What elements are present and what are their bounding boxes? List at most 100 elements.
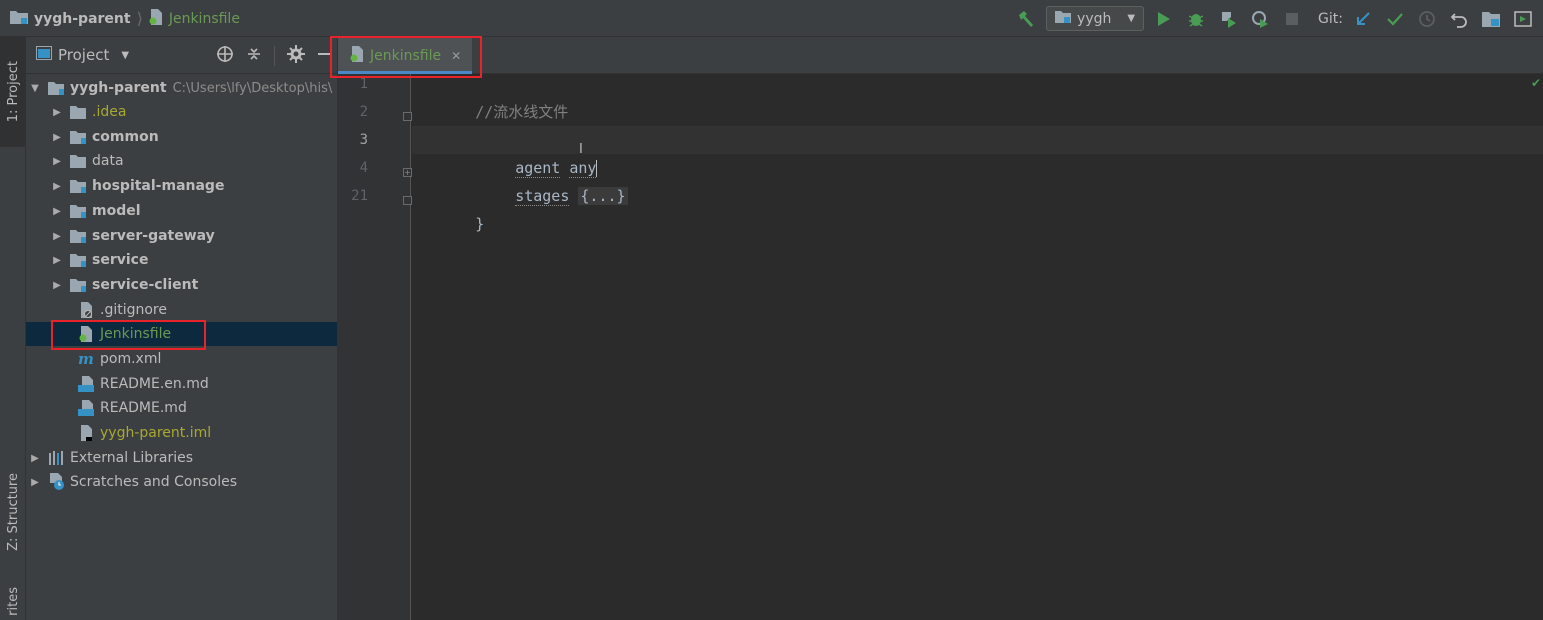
project-structure-icon[interactable] bbox=[1479, 7, 1503, 31]
project-tool-tab[interactable]: 1: Project bbox=[0, 37, 26, 147]
tree-item-service-client[interactable]: ▶ service-client bbox=[26, 273, 363, 297]
code-text: } bbox=[475, 215, 485, 233]
tree-item-common[interactable]: ▶ common bbox=[26, 125, 363, 149]
run-config-label: yygh bbox=[1077, 10, 1112, 27]
run-configuration-select[interactable]: yygh ▼ bbox=[1046, 6, 1145, 31]
fold-marker-icon[interactable] bbox=[403, 112, 412, 121]
fold-marker-icon[interactable] bbox=[403, 196, 412, 205]
project-view-select[interactable]: Project ▼ bbox=[36, 46, 129, 64]
tab-label: Jenkinsfile bbox=[370, 47, 442, 64]
tree-root-row[interactable]: ▼ yygh-parent C:\Users\lfy\Desktop\his\ bbox=[26, 76, 341, 100]
tree-item-model[interactable]: ▶ model bbox=[26, 199, 363, 223]
structure-tool-tab[interactable]: Z: Structure bbox=[0, 457, 26, 567]
tree-item-external-libraries[interactable]: ▶ External Libraries bbox=[26, 446, 341, 470]
line-number: 1 bbox=[359, 76, 368, 92]
tree-item-label: Jenkinsfile bbox=[100, 326, 172, 342]
run-with-coverage-icon[interactable] bbox=[1216, 7, 1240, 31]
svg-text:m: m bbox=[78, 352, 94, 366]
tree-item-server-gateway[interactable]: ▶ server-gateway bbox=[26, 224, 363, 248]
expanded-arrow-icon[interactable]: ▼ bbox=[30, 83, 40, 94]
tree-item-scratches[interactable]: ▶ Scratches and Consoles bbox=[26, 470, 341, 494]
project-panel-tools bbox=[216, 37, 333, 74]
tree-item-hospital-manage[interactable]: ▶ hospital-manage bbox=[26, 174, 363, 198]
project-view-icon bbox=[36, 46, 52, 64]
tree-item-jenkinsfile[interactable]: Jenkinsfile bbox=[26, 322, 381, 346]
text-cursor-ibeam-icon: I bbox=[579, 142, 583, 157]
tree-item-pom[interactable]: m pom.xml bbox=[26, 347, 381, 371]
breadcrumb-separator: ⟩ bbox=[136, 9, 143, 28]
git-label: Git: bbox=[1318, 10, 1343, 27]
close-icon[interactable]: ✕ bbox=[451, 49, 461, 63]
stop-icon[interactable] bbox=[1280, 7, 1304, 31]
git-update-arrow-icon[interactable] bbox=[1351, 7, 1375, 31]
git-history-clock-icon[interactable] bbox=[1415, 7, 1439, 31]
module-folder-icon bbox=[70, 228, 86, 244]
expand-fold-icon[interactable]: + bbox=[403, 168, 412, 177]
git-commit-check-icon[interactable] bbox=[1383, 7, 1407, 31]
tree-item-label: hospital-manage bbox=[92, 178, 225, 194]
gear-icon[interactable] bbox=[287, 44, 305, 67]
collapsed-arrow-icon[interactable]: ▶ bbox=[52, 255, 62, 266]
collapsed-arrow-icon[interactable]: ▶ bbox=[30, 453, 40, 464]
project-panel: Project ▼ ▼ yygh-parent C:\Users\lfy\Des… bbox=[26, 37, 381, 620]
git-rollback-icon[interactable] bbox=[1447, 7, 1471, 31]
tab-jenkinsfile[interactable]: Jenkinsfile ✕ bbox=[338, 37, 472, 74]
collapsed-arrow-icon[interactable]: ▶ bbox=[52, 156, 62, 167]
markdown-file-icon bbox=[78, 400, 94, 416]
tree-item-data[interactable]: ▶ data bbox=[26, 149, 363, 173]
collapsed-arrow-icon[interactable]: ▶ bbox=[52, 132, 62, 143]
profiler-icon[interactable] bbox=[1248, 7, 1272, 31]
editor-area: Jenkinsfile ✕ 1 2 3 4 21 + //流水线文件 pipel… bbox=[337, 37, 1543, 620]
navigation-bar: yygh-parent ⟩ Jenkinsfile yygh ▼ Git: bbox=[0, 0, 1543, 37]
chevron-down-icon: ▼ bbox=[1127, 13, 1136, 24]
build-hammer-icon[interactable] bbox=[1014, 7, 1038, 31]
collapse-all-icon[interactable] bbox=[246, 46, 262, 66]
tree-root-path: C:\Users\lfy\Desktop\his\ bbox=[172, 80, 333, 96]
breadcrumb-project[interactable]: yygh-parent bbox=[34, 11, 131, 27]
collapsed-arrow-icon[interactable]: ▶ bbox=[52, 206, 62, 217]
code-area[interactable]: //流水线文件 pipeline { agent any stages {...… bbox=[412, 74, 1543, 620]
inspection-ok-check-icon[interactable]: ✔ bbox=[1531, 76, 1541, 90]
left-tool-window-strip: 1: Project Z: Structure rites bbox=[0, 37, 26, 620]
tree-item-label: .gitignore bbox=[100, 302, 167, 318]
tree-item-readme[interactable]: README.md bbox=[26, 396, 381, 420]
libraries-icon bbox=[48, 450, 64, 466]
gitignore-file-icon bbox=[78, 302, 94, 318]
collapsed-arrow-icon[interactable]: ▶ bbox=[52, 107, 62, 118]
main-toolbar: yygh ▼ Git: bbox=[1014, 5, 1535, 32]
tree-item-readme-en[interactable]: README.en.md bbox=[26, 372, 381, 396]
favorites-tool-tab[interactable]: rites bbox=[0, 582, 26, 620]
chevron-down-icon: ▼ bbox=[121, 49, 130, 61]
jenkins-file-icon bbox=[149, 8, 163, 29]
module-folder-icon bbox=[70, 129, 86, 145]
presentation-mode-icon[interactable] bbox=[1511, 7, 1535, 31]
tree-item-label: service bbox=[92, 252, 149, 268]
locate-target-icon[interactable] bbox=[216, 45, 234, 67]
tree-item-iml[interactable]: yygh-parent.iml bbox=[26, 421, 381, 445]
line-number: 3 bbox=[359, 132, 368, 148]
line-number: 4 bbox=[359, 160, 368, 176]
run-icon[interactable] bbox=[1152, 7, 1176, 31]
tree-item-idea[interactable]: ▶ .idea bbox=[26, 100, 363, 124]
breadcrumb-file[interactable]: Jenkinsfile bbox=[169, 11, 240, 27]
collapsed-arrow-icon[interactable]: ▶ bbox=[52, 231, 62, 242]
tree-item-label: yygh-parent.iml bbox=[100, 425, 212, 441]
collapsed-arrow-icon[interactable]: ▶ bbox=[52, 280, 62, 291]
debug-bug-icon[interactable] bbox=[1184, 7, 1208, 31]
tree-item-label: README.md bbox=[100, 400, 187, 416]
maven-m-icon: m bbox=[78, 351, 94, 367]
tree-item-label: .idea bbox=[92, 104, 127, 120]
structure-tool-tab-label: Z: Structure bbox=[5, 473, 21, 551]
tree-item-label: service-client bbox=[92, 277, 199, 293]
tree-item-gitignore[interactable]: .gitignore bbox=[26, 298, 381, 322]
collapsed-arrow-icon[interactable]: ▶ bbox=[52, 181, 62, 192]
module-folder-icon bbox=[70, 277, 86, 293]
project-panel-header: Project ▼ bbox=[26, 37, 337, 74]
collapsed-arrow-icon[interactable]: ▶ bbox=[30, 477, 40, 488]
hide-minimize-icon[interactable] bbox=[317, 46, 333, 66]
jenkins-file-icon bbox=[350, 45, 364, 66]
tree-item-service[interactable]: ▶ service bbox=[26, 248, 363, 272]
toolbar-divider bbox=[274, 45, 275, 66]
favorites-tool-tab-label: rites bbox=[5, 586, 21, 616]
jenkins-file-icon bbox=[78, 326, 94, 342]
